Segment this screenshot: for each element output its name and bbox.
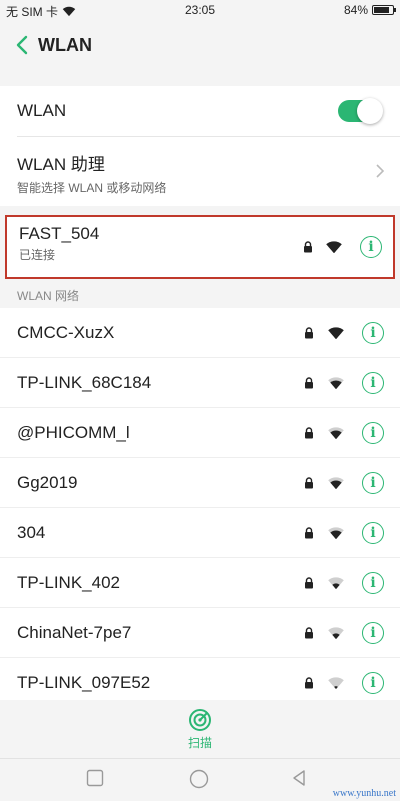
lock-icon bbox=[305, 476, 313, 488]
clock: 23:05 bbox=[184, 3, 216, 17]
network-row[interactable]: ChinaNet-7pe7 i bbox=[0, 608, 400, 658]
lock-icon bbox=[305, 526, 313, 538]
wifi-bar-1 bbox=[334, 485, 338, 489]
scan-label: 扫描 bbox=[187, 735, 212, 750]
networks-section-title: WLAN 网络 bbox=[17, 289, 80, 303]
connected-network-row[interactable]: FAST_504 已连接 i bbox=[5, 215, 395, 279]
battery-percent: 84% bbox=[343, 3, 368, 17]
wifi-signal-icon bbox=[328, 677, 344, 689]
network-info-button[interactable]: i bbox=[362, 571, 384, 594]
wifi-bar-1 bbox=[334, 435, 338, 439]
back-button[interactable] bbox=[8, 31, 36, 59]
scan-radar-icon bbox=[188, 708, 211, 731]
wlan-assistant-row[interactable]: WLAN 助理 智能选择 WLAN 或移动网络 bbox=[0, 136, 400, 206]
settings-section: WLAN WLAN 助理 智能选择 WLAN 或移动网络 bbox=[0, 86, 400, 206]
wlan-assistant-description: 智能选择 WLAN 或移动网络 bbox=[17, 181, 167, 195]
network-name: TP-LINK_402 bbox=[17, 572, 120, 592]
wifi-signal-icon bbox=[326, 241, 342, 253]
wifi-signal-icon bbox=[328, 326, 344, 339]
wlan-toggle-switch[interactable] bbox=[338, 98, 383, 124]
scan-button[interactable]: 扫描 bbox=[188, 708, 212, 751]
network-row[interactable]: Gg2019 i bbox=[0, 458, 400, 508]
connection-status: 已连接 bbox=[19, 248, 56, 262]
network-info-button[interactable]: i bbox=[360, 236, 382, 258]
chevron-left-icon bbox=[16, 35, 28, 55]
network-row[interactable]: @PHICOMM_l i bbox=[0, 408, 400, 458]
lock-icon bbox=[305, 626, 313, 638]
network-row[interactable]: CMCC-XuzX i bbox=[0, 308, 400, 358]
wifi-bar-1 bbox=[334, 335, 338, 339]
wifi-signal-icon bbox=[328, 626, 344, 639]
network-row[interactable]: TP-LINK_68C184 i bbox=[0, 358, 400, 408]
wifi-signal-icon bbox=[328, 576, 344, 589]
chevron-right-icon bbox=[376, 164, 384, 178]
network-row[interactable]: 304 i bbox=[0, 508, 400, 558]
lock-icon bbox=[305, 426, 313, 438]
network-name: TP-LINK_097E52 bbox=[17, 673, 151, 692]
network-info-button[interactable]: i bbox=[362, 471, 384, 494]
lock-icon bbox=[304, 241, 312, 253]
network-name: 304 bbox=[17, 522, 46, 542]
recent-apps-button[interactable] bbox=[86, 769, 104, 787]
wifi-signal-icon bbox=[328, 426, 344, 439]
network-name: Gg2019 bbox=[17, 472, 78, 492]
wifi-bar-1 bbox=[334, 385, 338, 389]
network-info-button[interactable]: i bbox=[362, 621, 384, 644]
wifi-bar-1 bbox=[334, 686, 338, 689]
wifi-bar-1 bbox=[334, 535, 338, 539]
network-info-button[interactable]: i bbox=[362, 371, 384, 394]
wifi-bar-1 bbox=[334, 635, 338, 639]
lock-icon bbox=[305, 576, 313, 588]
scan-bar: 扫描 bbox=[0, 700, 400, 758]
network-row[interactable]: TP-LINK_097E52 i bbox=[0, 658, 400, 700]
network-row[interactable]: TP-LINK_402 i bbox=[0, 558, 400, 608]
network-list: CMCC-XuzX i TP-LINK_68C184 i @PHICOMM_l i Gg20… bbox=[0, 308, 400, 700]
wifi-signal-icon bbox=[328, 526, 344, 539]
wlan-assistant-label: WLAN 助理 bbox=[17, 155, 105, 174]
network-name: @PHICOMM_l bbox=[17, 422, 130, 442]
network-info-button[interactable]: i bbox=[362, 321, 384, 344]
network-name: TP-LINK_68C184 bbox=[17, 372, 152, 392]
wlan-toggle-label: WLAN bbox=[17, 101, 67, 120]
wifi-bar-1 bbox=[332, 250, 336, 253]
app-header: WLAN bbox=[0, 22, 400, 68]
lock-icon bbox=[305, 677, 313, 689]
back-nav-button[interactable] bbox=[290, 769, 308, 787]
network-info-button[interactable]: i bbox=[362, 672, 384, 694]
connected-network-name: FAST_504 bbox=[19, 224, 100, 243]
lock-icon bbox=[305, 326, 313, 338]
wifi-signal-icon bbox=[328, 376, 344, 389]
status-bar: 无 SIM 卡 23:05 84% bbox=[0, 0, 400, 22]
wifi-signal-icon bbox=[328, 476, 344, 489]
system-navigation-bar: www.yunhu.net bbox=[0, 758, 400, 801]
network-info-button[interactable]: i bbox=[362, 421, 384, 444]
battery-icon bbox=[372, 5, 396, 15]
page-title: WLAN bbox=[38, 34, 92, 55]
toggle-knob bbox=[357, 98, 383, 124]
watermark: www.yunhu.net bbox=[332, 788, 396, 799]
network-name: CMCC-XuzX bbox=[17, 322, 115, 342]
lock-icon bbox=[305, 376, 313, 388]
network-name: ChinaNet-7pe7 bbox=[17, 622, 132, 642]
home-button[interactable] bbox=[189, 769, 209, 789]
wifi-bar-1 bbox=[334, 585, 338, 589]
wlan-toggle-row[interactable]: WLAN bbox=[0, 86, 400, 136]
network-info-button[interactable]: i bbox=[362, 521, 384, 544]
